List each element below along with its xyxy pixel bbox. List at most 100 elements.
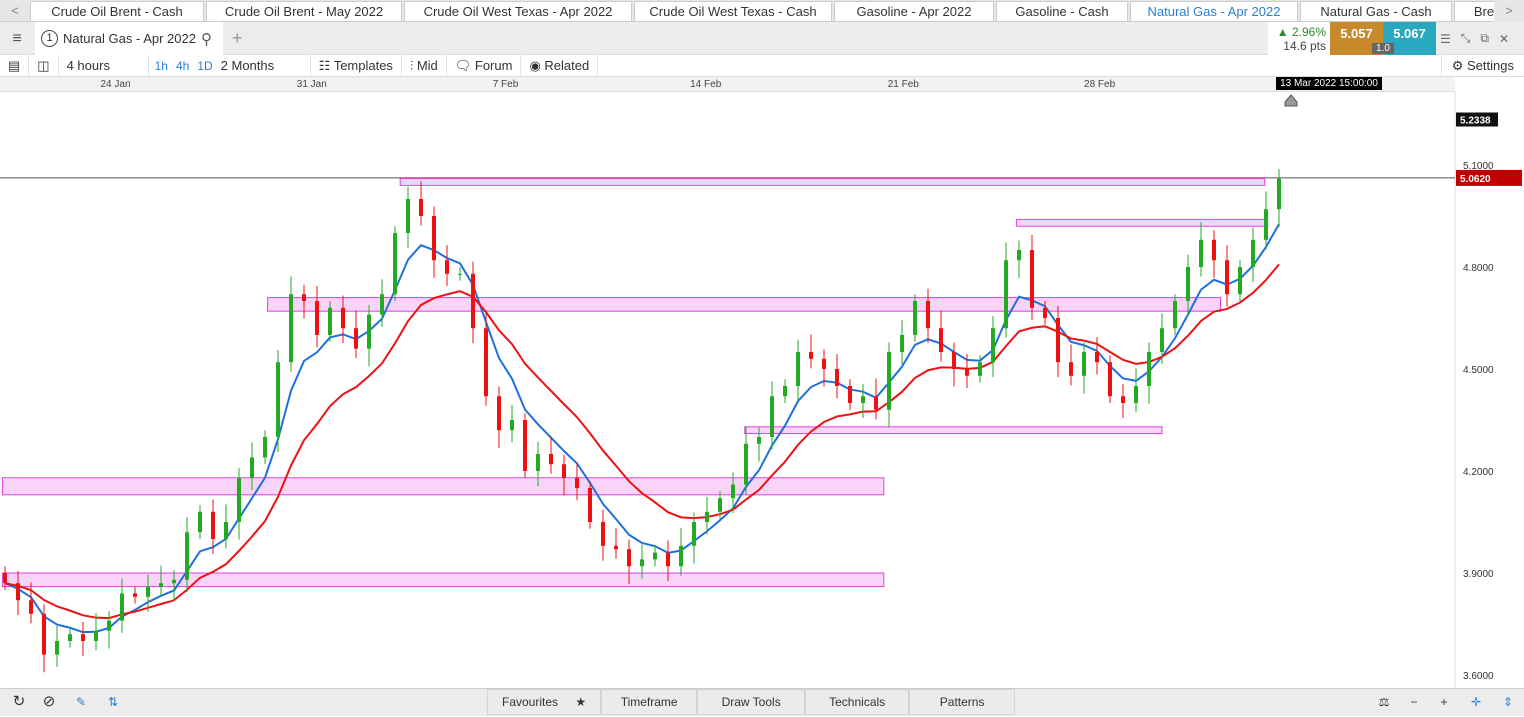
zoom-in-button[interactable]: + <box>1432 689 1456 717</box>
add-tab-button[interactable]: + <box>232 22 243 55</box>
tab-instrument[interactable]: Gasoline - Cash <box>996 1 1128 22</box>
layout-icon[interactable]: ◫ <box>29 54 59 77</box>
scale-icon[interactable]: ⚖ <box>1372 689 1396 717</box>
candle-body <box>250 457 254 478</box>
change-points: 14.6 pts <box>1283 39 1326 53</box>
zone-rectangle <box>1 572 885 588</box>
spread-badge: 1.0 <box>1372 43 1394 54</box>
candle-body <box>692 522 696 546</box>
tab-instrument[interactable]: Crude Oil West Texas - Cash <box>634 1 832 22</box>
crosshair-price-label: 5.2338 <box>1460 116 1491 127</box>
candle-body <box>1056 318 1060 363</box>
price-chart[interactable]: 5.10004.80004.50004.20003.90003.60005.06… <box>0 92 1524 688</box>
candle-body <box>432 216 436 261</box>
draw-tools-button[interactable]: Draw Tools <box>697 689 806 715</box>
templates-label: Templates <box>333 57 393 73</box>
technicals-button[interactable]: Technicals <box>805 689 910 715</box>
candle-body <box>328 307 332 335</box>
interval-4h[interactable]: 4h <box>172 59 193 73</box>
price-tick-label: 4.5000 <box>1463 365 1494 376</box>
candles-icon: ⫶ <box>409 57 417 73</box>
templates-button[interactable]: ☷ Templates <box>311 54 402 77</box>
fit-icon[interactable]: ⇕ <box>1496 689 1520 717</box>
candle-body <box>1043 307 1047 318</box>
chat-icon: 🗨 <box>454 57 475 73</box>
symbol-tab[interactable]: 1 Natural Gas - Apr 2022 ⚲ <box>35 22 223 55</box>
price-tick-label: 3.9000 <box>1463 569 1494 580</box>
related-button[interactable]: ◉ Related <box>521 54 599 77</box>
candle-body <box>1134 386 1138 403</box>
mid-button[interactable]: ⫶ Mid <box>402 54 447 77</box>
zone-rectangle <box>267 297 1222 312</box>
interval-1h[interactable]: 1h <box>151 59 172 73</box>
tabs-prev-button[interactable]: < <box>0 0 30 21</box>
tab-instrument[interactable]: Crude Oil Brent - May 2022 <box>206 1 402 22</box>
candle-body <box>653 552 657 560</box>
candle-body <box>679 545 683 567</box>
eye-icon: ◉ <box>529 57 545 73</box>
tabs-next-button[interactable]: > <box>1494 0 1524 22</box>
bottom-toolbar: ↻ ⊘ ✎ ⇅ Favourites ★ Timeframe Draw Tool… <box>0 688 1524 716</box>
range-select[interactable]: 2 Months <box>219 54 311 77</box>
gear-icon: ⚙ <box>1451 58 1468 73</box>
candle-body <box>1095 352 1099 363</box>
tab-instrument[interactable]: Natural Gas - Apr 2022 <box>1130 1 1298 22</box>
drag-handle-icon[interactable]: ☰ <box>1440 32 1451 46</box>
zone-rectangle <box>744 426 1163 435</box>
popout-icon[interactable]: ⧉ <box>1480 31 1489 46</box>
tab-instrument[interactable]: Crude Oil West Texas - Apr 2022 <box>404 1 632 22</box>
candle-body <box>1069 362 1073 376</box>
interval-1d[interactable]: 1D <box>193 59 216 73</box>
candle-body <box>159 583 163 587</box>
chart-toolbar: ▤ ◫ 4 hours 1h 4h 1D 2 Months ☷ Templates … <box>0 54 1524 77</box>
settings-button[interactable]: ⚙ Settings <box>1440 55 1524 77</box>
candle-body <box>978 362 982 376</box>
candle-body <box>172 579 176 584</box>
tab-instrument[interactable]: Crude Oil Brent - Cash <box>30 1 204 22</box>
refresh-icon[interactable]: ↻ <box>6 689 32 717</box>
candle-body <box>536 454 540 471</box>
pencil-icon[interactable]: ✎ <box>68 689 94 717</box>
forum-button[interactable]: 🗨 Forum <box>447 54 522 77</box>
candle-body <box>367 314 371 349</box>
menu-icon[interactable]: ≡ <box>0 22 34 55</box>
no-entry-icon[interactable]: ⊘ <box>36 689 62 717</box>
minimize-icon[interactable]: ⤡ <box>1461 31 1471 46</box>
timeframe-button[interactable]: Timeframe <box>601 689 698 715</box>
crosshair-icon[interactable]: ✛ <box>1464 689 1488 717</box>
candle-body <box>198 511 202 533</box>
candle-body <box>237 477 241 522</box>
candle-body <box>1004 260 1008 329</box>
candle-body <box>211 511 215 539</box>
candle-body <box>107 620 111 631</box>
candle-body <box>1277 178 1281 210</box>
time-tick-label: 28 Feb <box>1084 79 1116 90</box>
time-tick-label: 14 Feb <box>690 79 722 90</box>
candle-body <box>1017 250 1021 261</box>
candle-body <box>16 583 20 601</box>
tab-instrument[interactable]: Natural Gas - Cash <box>1300 1 1452 22</box>
tab-instrument[interactable]: Gasoline - Apr 2022 <box>834 1 994 22</box>
candle-body <box>1238 267 1242 295</box>
interval-select[interactable]: 4 hours <box>59 54 149 77</box>
candle-body <box>731 484 735 499</box>
close-icon[interactable]: ✕ <box>1499 32 1509 46</box>
candle-body <box>263 437 267 458</box>
candle-body <box>640 559 644 567</box>
candle-body <box>289 294 293 363</box>
candle-body <box>939 328 943 352</box>
candle-body <box>705 511 709 522</box>
list-icon[interactable]: ▤ <box>0 54 30 77</box>
candle-body <box>861 396 865 403</box>
arrows-icon[interactable]: ⇅ <box>100 689 126 717</box>
crosshair-marker-icon <box>1284 94 1298 107</box>
search-icon[interactable]: ⚲ <box>201 30 212 48</box>
candle-body <box>1173 301 1177 329</box>
candle-body <box>965 369 969 376</box>
candle-body <box>1082 352 1086 376</box>
patterns-button[interactable]: Patterns <box>909 689 1016 715</box>
zoom-out-button[interactable]: − <box>1402 689 1426 717</box>
candle-body <box>42 613 46 655</box>
candle-body <box>224 522 228 539</box>
favourites-button[interactable]: Favourites ★ <box>487 689 602 715</box>
